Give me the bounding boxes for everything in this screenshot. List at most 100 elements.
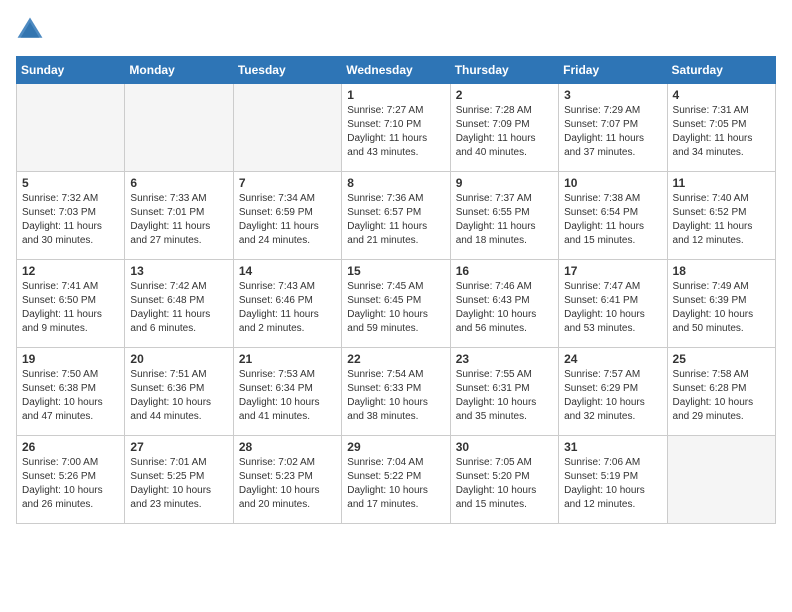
calendar-day: 25 Sunrise: 7:58 AM Sunset: 6:28 PM Dayli… — [667, 348, 775, 436]
day-number: 5 — [22, 176, 119, 190]
day-number: 25 — [673, 352, 770, 366]
calendar-day: 29Sunrise: 7:04 AM Sunset: 5:22 PM Dayli… — [342, 436, 450, 524]
day-number: 22 — [347, 352, 444, 366]
day-info: Sunrise: 7:37 AM Sunset: 6:55 PM Dayligh… — [456, 192, 553, 248]
calendar-day: 14 Sunrise: 7:43 AM Sunset: 6:46 PM Dayli… — [233, 260, 341, 348]
day-info: Sunrise: 7:28 AM Sunset: 7:09 PM Dayligh… — [456, 104, 553, 160]
calendar-day: 10 Sunrise: 7:38 AM Sunset: 6:54 PM Dayli… — [559, 172, 667, 260]
day-number: 14 — [239, 264, 336, 278]
calendar-day: 9Sunrise: 7:37 AM Sunset: 6:55 PM Daylig… — [450, 172, 558, 260]
calendar-day: 5 Sunrise: 7:32 AM Sunset: 7:03 PM Daylig… — [17, 172, 125, 260]
day-number: 11 — [673, 176, 770, 190]
calendar-day — [233, 84, 341, 172]
day-number: 10 — [564, 176, 661, 190]
day-number: 2 — [456, 88, 553, 102]
day-info: Sunrise: 7:05 AM Sunset: 5:20 PM Dayligh… — [456, 456, 553, 512]
day-number: 19 — [22, 352, 119, 366]
day-number: 6 — [130, 176, 227, 190]
column-header-thursday: Thursday — [450, 57, 558, 84]
calendar-day: 11Sunrise: 7:40 AM Sunset: 6:52 PM Dayli… — [667, 172, 775, 260]
calendar-day: 30 Sunrise: 7:05 AM Sunset: 5:20 PM Dayli… — [450, 436, 558, 524]
day-info: Sunrise: 7:50 AM Sunset: 6:38 PM Dayligh… — [22, 368, 119, 424]
calendar-day: 18 Sunrise: 7:49 AM Sunset: 6:39 PM Dayli… — [667, 260, 775, 348]
day-number: 12 — [22, 264, 119, 278]
day-number: 16 — [456, 264, 553, 278]
day-number: 13 — [130, 264, 227, 278]
calendar-day: 21 Sunrise: 7:53 AM Sunset: 6:34 PM Dayli… — [233, 348, 341, 436]
day-info: Sunrise: 7:57 AM Sunset: 6:29 PM Dayligh… — [564, 368, 661, 424]
day-number: 24 — [564, 352, 661, 366]
calendar-day: 17 Sunrise: 7:47 AM Sunset: 6:41 PM Dayli… — [559, 260, 667, 348]
day-info: Sunrise: 7:31 AM Sunset: 7:05 PM Dayligh… — [673, 104, 770, 160]
calendar-day: 19 Sunrise: 7:50 AM Sunset: 6:38 PM Dayli… — [17, 348, 125, 436]
calendar-day: 20 Sunrise: 7:51 AM Sunset: 6:36 PM Dayli… — [125, 348, 233, 436]
column-header-wednesday: Wednesday — [342, 57, 450, 84]
calendar-day: 16 Sunrise: 7:46 AM Sunset: 6:43 PM Dayli… — [450, 260, 558, 348]
day-info: Sunrise: 7:41 AM Sunset: 6:50 PM Dayligh… — [22, 280, 119, 336]
calendar-day: 4 Sunrise: 7:31 AM Sunset: 7:05 PM Daylig… — [667, 84, 775, 172]
day-number: 30 — [456, 440, 553, 454]
day-number: 18 — [673, 264, 770, 278]
day-info: Sunrise: 7:49 AM Sunset: 6:39 PM Dayligh… — [673, 280, 770, 336]
day-number: 21 — [239, 352, 336, 366]
day-info: Sunrise: 7:53 AM Sunset: 6:34 PM Dayligh… — [239, 368, 336, 424]
day-info: Sunrise: 7:32 AM Sunset: 7:03 PM Dayligh… — [22, 192, 119, 248]
calendar-week-3: 12 Sunrise: 7:41 AM Sunset: 6:50 PM Dayli… — [17, 260, 776, 348]
calendar-day: 12 Sunrise: 7:41 AM Sunset: 6:50 PM Dayli… — [17, 260, 125, 348]
day-info: Sunrise: 7:43 AM Sunset: 6:46 PM Dayligh… — [239, 280, 336, 336]
calendar-day: 13 Sunrise: 7:42 AM Sunset: 6:48 PM Dayli… — [125, 260, 233, 348]
calendar-table: SundayMondayTuesdayWednesdayThursdayFrid… — [16, 56, 776, 524]
calendar-week-1: 1 Sunrise: 7:27 AM Sunset: 7:10 PM Daylig… — [17, 84, 776, 172]
day-info: Sunrise: 7:38 AM Sunset: 6:54 PM Dayligh… — [564, 192, 661, 248]
day-info: Sunrise: 7:29 AM Sunset: 7:07 PM Dayligh… — [564, 104, 661, 160]
day-number: 28 — [239, 440, 336, 454]
calendar-day — [17, 84, 125, 172]
day-info: Sunrise: 7:34 AM Sunset: 6:59 PM Dayligh… — [239, 192, 336, 248]
day-number: 27 — [130, 440, 227, 454]
calendar-day: 6Sunrise: 7:33 AM Sunset: 7:01 PM Daylig… — [125, 172, 233, 260]
calendar-week-5: 26 Sunrise: 7:00 AM Sunset: 5:26 PM Dayli… — [17, 436, 776, 524]
day-info: Sunrise: 7:51 AM Sunset: 6:36 PM Dayligh… — [130, 368, 227, 424]
day-info: Sunrise: 7:55 AM Sunset: 6:31 PM Dayligh… — [456, 368, 553, 424]
calendar-day — [125, 84, 233, 172]
day-number: 4 — [673, 88, 770, 102]
day-info: Sunrise: 7:45 AM Sunset: 6:45 PM Dayligh… — [347, 280, 444, 336]
calendar-day: 1 Sunrise: 7:27 AM Sunset: 7:10 PM Daylig… — [342, 84, 450, 172]
day-number: 20 — [130, 352, 227, 366]
day-number: 7 — [239, 176, 336, 190]
calendar-week-2: 5 Sunrise: 7:32 AM Sunset: 7:03 PM Daylig… — [17, 172, 776, 260]
day-info: Sunrise: 7:06 AM Sunset: 5:19 PM Dayligh… — [564, 456, 661, 512]
logo — [16, 16, 48, 44]
calendar-day: 31Sunrise: 7:06 AM Sunset: 5:19 PM Dayli… — [559, 436, 667, 524]
calendar-day: 15 Sunrise: 7:45 AM Sunset: 6:45 PM Dayli… — [342, 260, 450, 348]
day-info: Sunrise: 7:02 AM Sunset: 5:23 PM Dayligh… — [239, 456, 336, 512]
calendar-header-row: SundayMondayTuesdayWednesdayThursdayFrid… — [17, 57, 776, 84]
column-header-tuesday: Tuesday — [233, 57, 341, 84]
day-info: Sunrise: 7:27 AM Sunset: 7:10 PM Dayligh… — [347, 104, 444, 160]
logo-icon — [16, 16, 44, 44]
day-number: 29 — [347, 440, 444, 454]
calendar-day — [667, 436, 775, 524]
day-info: Sunrise: 7:42 AM Sunset: 6:48 PM Dayligh… — [130, 280, 227, 336]
day-info: Sunrise: 7:00 AM Sunset: 5:26 PM Dayligh… — [22, 456, 119, 512]
day-number: 26 — [22, 440, 119, 454]
day-number: 17 — [564, 264, 661, 278]
calendar-week-4: 19 Sunrise: 7:50 AM Sunset: 6:38 PM Dayli… — [17, 348, 776, 436]
day-number: 3 — [564, 88, 661, 102]
calendar-day: 2 Sunrise: 7:28 AM Sunset: 7:09 PM Daylig… — [450, 84, 558, 172]
day-info: Sunrise: 7:01 AM Sunset: 5:25 PM Dayligh… — [130, 456, 227, 512]
day-number: 1 — [347, 88, 444, 102]
calendar-day: 3 Sunrise: 7:29 AM Sunset: 7:07 PM Daylig… — [559, 84, 667, 172]
calendar-day: 22Sunrise: 7:54 AM Sunset: 6:33 PM Dayli… — [342, 348, 450, 436]
page-header — [16, 16, 776, 44]
day-info: Sunrise: 7:47 AM Sunset: 6:41 PM Dayligh… — [564, 280, 661, 336]
column-header-monday: Monday — [125, 57, 233, 84]
day-info: Sunrise: 7:58 AM Sunset: 6:28 PM Dayligh… — [673, 368, 770, 424]
calendar-day: 7 Sunrise: 7:34 AM Sunset: 6:59 PM Daylig… — [233, 172, 341, 260]
calendar-day: 27 Sunrise: 7:01 AM Sunset: 5:25 PM Dayli… — [125, 436, 233, 524]
day-info: Sunrise: 7:36 AM Sunset: 6:57 PM Dayligh… — [347, 192, 444, 248]
day-number: 15 — [347, 264, 444, 278]
column-header-friday: Friday — [559, 57, 667, 84]
day-info: Sunrise: 7:46 AM Sunset: 6:43 PM Dayligh… — [456, 280, 553, 336]
column-header-sunday: Sunday — [17, 57, 125, 84]
